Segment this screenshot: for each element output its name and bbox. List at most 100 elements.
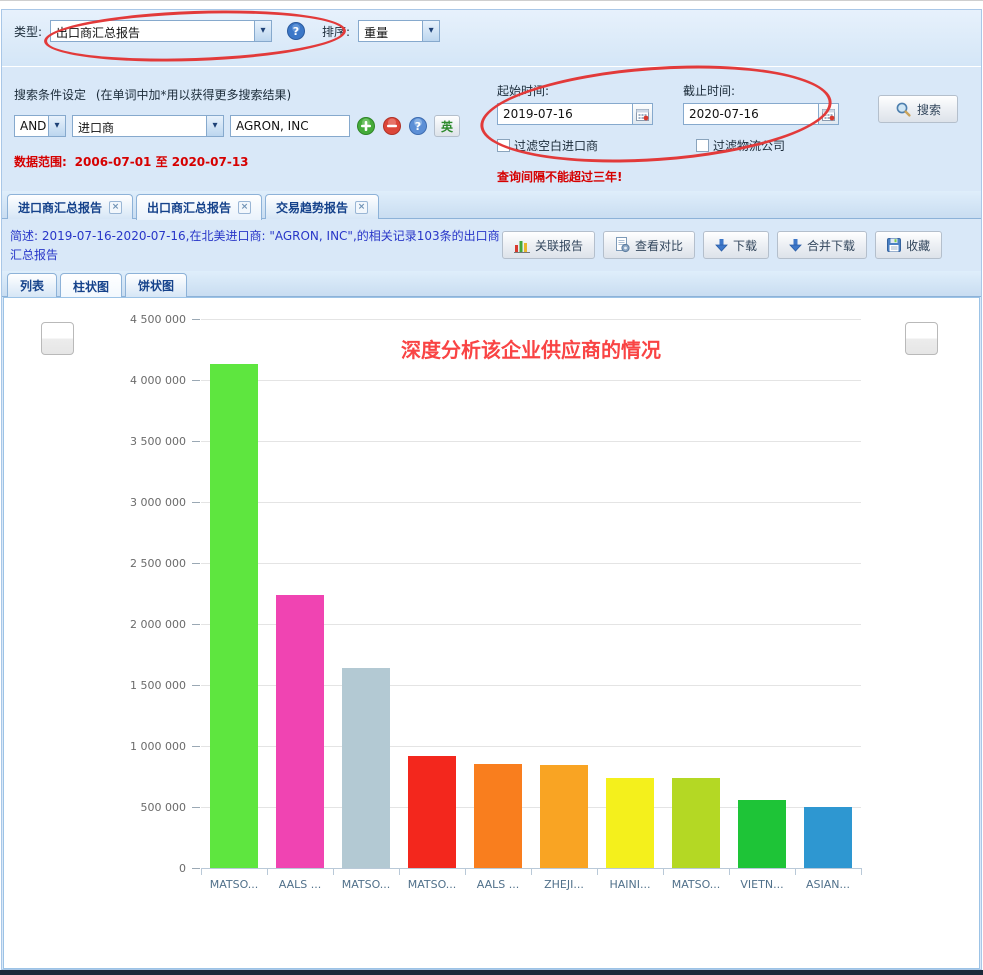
sort-label: 排序:: [322, 23, 350, 40]
scroll-left-button[interactable]: [41, 322, 74, 355]
download-icon: [715, 238, 728, 252]
favorite-button[interactable]: 收藏: [875, 231, 942, 259]
y-axis-tick-label: 2 000 000: [61, 618, 186, 631]
download-button[interactable]: 下载: [703, 231, 769, 259]
gridline: [201, 563, 861, 564]
remove-condition-button[interactable]: [382, 116, 402, 136]
bar-chart: 0500 0001 000 0001 500 0002 000 0002 500…: [4, 298, 979, 968]
report-summary-text: 简述: 2019-07-16-2020-07-16,在北美进口商: "AGRON…: [10, 227, 506, 264]
chevron-down-icon[interactable]: [422, 21, 439, 41]
checkbox-icon[interactable]: [696, 139, 709, 152]
bar-matso: [408, 756, 456, 868]
checkbox-icon[interactable]: [497, 139, 510, 152]
calendar-icon[interactable]: [819, 103, 839, 125]
x-axis-tick: [465, 868, 466, 875]
x-axis-tick: [663, 868, 664, 875]
start-time-label: 起始时间:: [497, 82, 653, 99]
chevron-down-icon[interactable]: [206, 116, 223, 136]
search-button[interactable]: 搜索: [878, 95, 958, 123]
y-axis-tick: [192, 319, 200, 320]
tab-label: 交易趋势报告: [276, 199, 348, 216]
favorite-label: 收藏: [906, 237, 930, 254]
close-icon[interactable]: [238, 201, 251, 214]
view-tab-label: 柱状图: [73, 278, 109, 295]
search-section: 搜索条件设定 (在单词中加*用以获得更多搜索结果) AND 进口商 AGRON,…: [2, 68, 981, 190]
scroll-right-button[interactable]: [905, 322, 938, 355]
y-axis-tick: [192, 685, 200, 686]
gridline: [201, 441, 861, 442]
bool-operator-value: AND: [15, 116, 48, 136]
bar-aals: [276, 595, 324, 868]
x-axis-tick: [333, 868, 334, 875]
view-tab-bar-chart[interactable]: 柱状图: [60, 273, 122, 298]
filter-logistics-checkbox[interactable]: 过滤物流公司: [696, 137, 785, 154]
app-window: 类型: 出口商汇总报告 ? 排序: 重量 搜索条件设定 (在单词中加*用以获得更…: [0, 0, 983, 974]
search-settings-hint: (在单词中加*用以获得更多搜索结果): [96, 88, 291, 102]
search-field-select[interactable]: 进口商: [72, 115, 224, 137]
related-report-label: 关联报告: [535, 237, 583, 254]
tab-label: 出口商汇总报告: [147, 199, 231, 216]
y-axis-tick: [192, 868, 200, 869]
close-icon[interactable]: [355, 201, 368, 214]
y-axis-tick-label: 3 500 000: [61, 435, 186, 448]
calendar-icon[interactable]: [633, 103, 653, 125]
x-axis-label: MATSO...: [399, 878, 465, 891]
english-toggle-button[interactable]: 英: [434, 115, 460, 137]
tab-importer-summary[interactable]: 进口商汇总报告: [7, 194, 133, 219]
y-axis-tick: [192, 563, 200, 564]
view-tab-pie-chart[interactable]: 饼状图: [125, 273, 187, 297]
x-axis-tick: [267, 868, 268, 875]
help-icon[interactable]: ?: [286, 21, 306, 41]
summary-section: 简述: 2019-07-16-2020-07-16,在北美进口商: "AGRON…: [2, 220, 981, 271]
tab-trade-trend[interactable]: 交易趋势报告: [265, 194, 379, 219]
save-icon: [887, 238, 901, 252]
download-icon: [789, 238, 802, 252]
start-date-input[interactable]: 2019-07-16: [497, 103, 633, 125]
x-axis-tick: [531, 868, 532, 875]
report-type-select[interactable]: 出口商汇总报告: [50, 20, 272, 42]
add-condition-button[interactable]: [356, 116, 376, 136]
close-icon[interactable]: [109, 201, 122, 214]
x-axis-label: VIETN...: [729, 878, 795, 891]
view-compare-button[interactable]: 查看对比: [603, 231, 695, 259]
download-label: 下载: [733, 237, 757, 254]
y-axis-tick: [192, 746, 200, 747]
x-axis-tick: [597, 868, 598, 875]
filter-blank-importer-checkbox[interactable]: 过滤空白进口商: [497, 137, 598, 154]
data-range-label: 数据范围:: [14, 155, 67, 169]
bar-asian: [804, 807, 852, 868]
gridline: [201, 319, 861, 320]
end-time-label: 截止时间:: [683, 82, 839, 99]
search-help-icon[interactable]: ?: [408, 116, 428, 136]
view-tabbar: 列表 柱状图 饼状图: [2, 271, 981, 297]
search-icon: [895, 101, 912, 118]
x-axis-tick: [201, 868, 202, 875]
view-tab-list[interactable]: 列表: [7, 273, 57, 297]
sort-select[interactable]: 重量: [358, 20, 440, 42]
query-interval-warning: 查询间隔不能超过三年!: [497, 168, 837, 185]
tab-exporter-summary[interactable]: 出口商汇总报告: [136, 194, 262, 220]
bar-matso: [672, 778, 720, 868]
x-axis-tick: [861, 868, 862, 875]
end-date-input[interactable]: 2020-07-16: [683, 103, 819, 125]
x-axis-tick: [795, 868, 796, 875]
x-axis-label: ASIAN...: [795, 878, 861, 891]
chevron-down-icon[interactable]: [254, 21, 271, 41]
sort-value: 重量: [359, 21, 422, 41]
merge-download-button[interactable]: 合并下载: [777, 231, 867, 259]
chevron-down-icon[interactable]: [48, 116, 65, 136]
y-axis-tick-label: 0: [61, 862, 186, 875]
keyword-input[interactable]: AGRON, INC: [230, 115, 350, 137]
y-axis-tick-label: 500 000: [61, 801, 186, 814]
y-axis-tick-label: 4 000 000: [61, 374, 186, 387]
bar-chart-icon: [514, 238, 530, 253]
bool-operator-select[interactable]: AND: [14, 115, 66, 137]
search-button-label: 搜索: [917, 101, 941, 118]
related-report-button[interactable]: 关联报告: [502, 231, 595, 259]
y-axis-tick-label: 1 000 000: [61, 740, 186, 753]
y-axis-tick-label: 2 500 000: [61, 557, 186, 570]
x-axis-label: HAINI...: [597, 878, 663, 891]
bar-matso: [210, 364, 258, 868]
view-tab-label: 饼状图: [138, 277, 174, 294]
y-axis-tick: [192, 380, 200, 381]
